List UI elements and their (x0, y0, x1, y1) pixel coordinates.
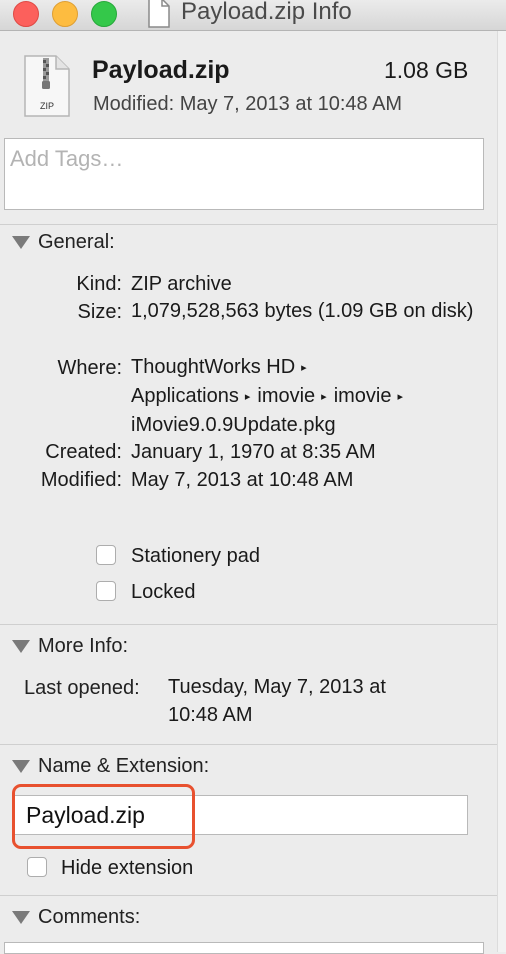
divider (0, 224, 497, 225)
divider (0, 895, 497, 896)
where-label: Where: (57, 357, 122, 379)
path-component: Applications (131, 385, 239, 407)
title-bar: Payload.zip Info (0, 0, 506, 31)
more-info-section-title[interactable]: More Info: (38, 635, 128, 658)
zip-file-icon: ZIP (24, 55, 70, 117)
kind-value: ZIP archive (131, 273, 232, 295)
path-arrow-icon: ▸ (301, 362, 307, 374)
stationery-pad-label[interactable]: Stationery pad (131, 545, 260, 568)
where-value: ThoughtWorks HD ▸ Applications ▸ imovie ▸ imo… (131, 353, 410, 439)
divider (0, 624, 497, 625)
path-component: imovie (333, 385, 392, 407)
path-arrow-icon: ▸ (321, 391, 327, 403)
close-button[interactable] (13, 1, 39, 27)
locked-checkbox[interactable] (96, 581, 116, 601)
zoom-button[interactable] (91, 1, 117, 27)
hide-extension-label[interactable]: Hide extension (61, 857, 193, 880)
disclosure-triangle-icon[interactable] (12, 640, 30, 653)
path-arrow-icon: ▸ (244, 391, 251, 403)
disclosure-triangle-icon[interactable] (12, 760, 30, 773)
created-value: January 1, 1970 at 8:35 AM (131, 441, 376, 463)
name-highlight-annotation (12, 784, 195, 849)
window-title: Payload.zip Info (181, 0, 352, 25)
locked-label[interactable]: Locked (131, 581, 196, 604)
size-value: 1,079,528,563 bytes (1.09 GB on disk) (131, 300, 474, 322)
file-size: 1.08 GB (384, 57, 469, 83)
file-icon (148, 0, 170, 28)
path-component: iMovie9.0.9Update.pkg (131, 414, 336, 436)
tags-field[interactable]: Add Tags… (4, 138, 484, 210)
last-opened-label: Last opened: (24, 677, 140, 699)
general-section-title[interactable]: General: (38, 231, 115, 254)
path-arrow-icon: ▸ (397, 391, 404, 403)
tags-placeholder: Add Tags… (10, 146, 124, 171)
comments-section-title[interactable]: Comments: (38, 906, 140, 929)
kind-label: Kind: (76, 273, 122, 295)
comments-field[interactable] (4, 942, 484, 954)
size-label: Size: (77, 301, 122, 323)
created-label: Created: (45, 441, 122, 463)
divider (0, 744, 497, 745)
modified-summary: Modified: May 7, 2013 at 10:48 AM (93, 93, 403, 115)
name-extension-section-title[interactable]: Name & Extension: (38, 755, 209, 778)
file-name: Payload.zip (92, 56, 230, 84)
hide-extension-checkbox[interactable] (27, 857, 47, 877)
zip-icon-label: ZIP (40, 101, 54, 111)
disclosure-triangle-icon[interactable] (12, 236, 30, 249)
path-component: ThoughtWorks HD (131, 356, 296, 378)
path-component: imovie (257, 385, 316, 407)
minimize-button[interactable] (52, 1, 78, 27)
scrollbar[interactable] (497, 31, 506, 952)
disclosure-triangle-icon[interactable] (12, 911, 30, 924)
modified-label: Modified: (40, 469, 122, 491)
last-opened-value: Tuesday, May 7, 2013 at 10:48 AM (168, 676, 386, 726)
modified-value: May 7, 2013 at 10:48 AM (131, 469, 354, 491)
stationery-pad-checkbox[interactable] (96, 545, 116, 565)
